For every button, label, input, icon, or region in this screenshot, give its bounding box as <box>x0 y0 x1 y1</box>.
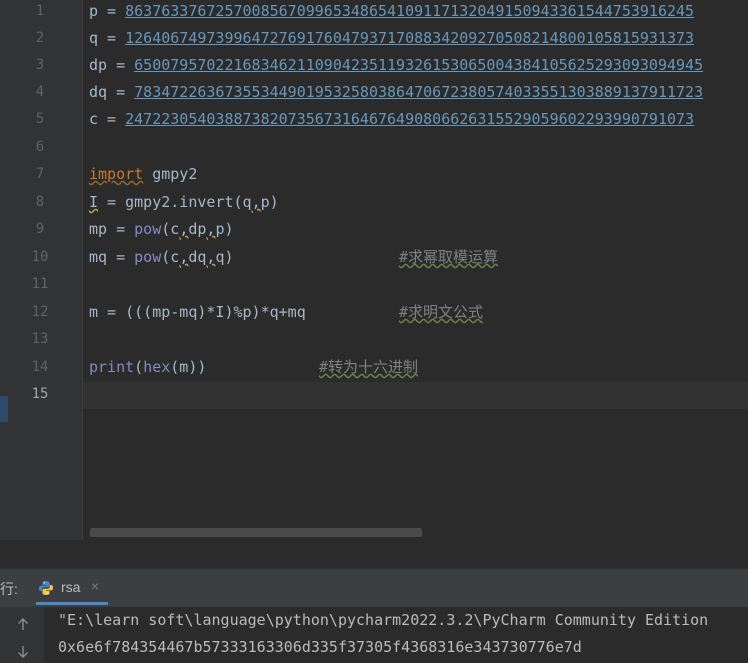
code-line-3[interactable]: dp = 65007957022168346211090423511932615… <box>89 52 703 79</box>
active-tool-marker <box>0 396 8 422</box>
line-number: 3 <box>35 57 45 73</box>
line-number: 10 <box>31 249 49 265</box>
line-number: 14 <box>31 359 49 375</box>
line-number: 11 <box>31 276 49 292</box>
run-tool-window: 行: rsa × "E:\learn soft\language\python\… <box>0 568 748 663</box>
comma: , <box>179 220 189 238</box>
variable: p <box>89 2 99 20</box>
operator: = <box>98 110 126 128</box>
code-text: (c <box>161 248 180 266</box>
builtin-function: pow <box>134 248 162 266</box>
code-line-1[interactable]: p = 863763376725700856709965348654109117… <box>89 0 694 25</box>
code-text: dp <box>188 220 207 238</box>
active-tab-indicator <box>36 602 108 605</box>
line-number-gutter: 1 2 3 4 5 6 7 8 9 10 11 12 13 14 15 <box>10 0 83 540</box>
run-tab-label: rsa <box>61 579 81 595</box>
code-line-14[interactable]: print(hex(m)) #转为十六进制 <box>89 354 418 381</box>
code-text: (m)) <box>170 358 207 376</box>
code-line-12[interactable]: m = (((mp-mq)*I)%p)*q+mq #求明文公式 <box>89 299 483 326</box>
builtin-function: pow <box>134 220 162 238</box>
variable: dq <box>89 83 108 101</box>
comma: , <box>179 248 189 266</box>
line-number: 13 <box>31 331 49 347</box>
code-text: mp = <box>89 220 135 238</box>
code-line-5[interactable]: c = 247223054038873820735673164676490806… <box>89 106 694 133</box>
code-text: ( <box>134 358 144 376</box>
variable: c <box>89 110 99 128</box>
number-literal: 2472230540388738207356731646764908066263… <box>125 110 695 128</box>
arrow-up-icon[interactable] <box>16 617 30 631</box>
line-number: 9 <box>35 221 45 237</box>
code-text: mq = <box>89 248 135 266</box>
line-number: 12 <box>31 304 49 320</box>
left-tool-strip <box>0 0 10 540</box>
run-side-toolbar <box>0 607 44 663</box>
close-icon[interactable]: × <box>91 578 99 594</box>
code-comment: #求幂取模运算 <box>399 248 499 266</box>
code-line-10[interactable]: mq = pow(c,dq,q) #求幂取模运算 <box>89 244 498 271</box>
operator: = <box>98 29 126 47</box>
code-text: q) <box>215 248 234 266</box>
code-text: p) <box>260 193 279 211</box>
operator: = <box>98 2 126 20</box>
console-output-line: 0x6e6f784354467b57333163306d335f37305f43… <box>58 638 582 656</box>
builtin-function: hex <box>143 358 171 376</box>
number-literal: 6500795702216834621109042351193261530650… <box>134 56 704 74</box>
code-line-8[interactable]: I = gmpy2.invert(q,p) <box>89 189 279 216</box>
builtin-function: print <box>89 358 135 376</box>
code-line-4[interactable]: dq = 78347226367355344901953258038647067… <box>89 79 703 106</box>
number-literal: 1264067497399647276917604793717088342092… <box>125 29 695 47</box>
code-comment: #转为十六进制 <box>319 358 419 376</box>
run-tab-rsa[interactable]: rsa × <box>30 569 110 607</box>
number-literal: 7834722636735534490195325803864706723805… <box>134 83 704 101</box>
variable: dp <box>89 56 108 74</box>
line-number: 6 <box>35 139 45 155</box>
run-window-label: 行: <box>0 581 18 597</box>
line-number: 7 <box>35 166 45 182</box>
operator: = <box>107 56 135 74</box>
code-editor[interactable]: 1 2 3 4 5 6 7 8 9 10 11 12 13 14 15 p = … <box>0 0 748 540</box>
code-comment: #求明文公式 <box>399 303 484 321</box>
code-line-2[interactable]: q = 126406749739964727691760479371708834… <box>89 25 694 52</box>
python-icon <box>39 581 53 595</box>
arrow-down-icon[interactable] <box>16 645 30 659</box>
code-text: = gmpy2.invert(q <box>98 193 252 211</box>
line-number: 8 <box>35 194 45 210</box>
horizontal-scrollbar[interactable] <box>90 528 422 537</box>
variable: I <box>89 193 99 211</box>
keyword: import <box>89 165 144 183</box>
code-line-7[interactable]: import gmpy2 <box>89 161 197 188</box>
line-number: 4 <box>35 84 45 100</box>
line-number: 2 <box>35 30 45 46</box>
line-number-current: 15 <box>31 386 49 402</box>
line-number: 1 <box>35 3 45 19</box>
variable: q <box>89 29 99 47</box>
code-text: gmpy2 <box>143 165 198 183</box>
code-text: (c <box>161 220 180 238</box>
current-line-highlight <box>83 382 748 409</box>
code-area[interactable]: p = 863763376725700856709965348654109117… <box>83 0 748 540</box>
line-number: 5 <box>35 111 45 127</box>
code-line-9[interactable]: mp = pow(c,dp,p) <box>89 216 234 243</box>
console-output-line: "E:\learn soft\language\python\pycharm20… <box>58 611 709 629</box>
operator: = <box>107 83 135 101</box>
code-text: dq <box>188 248 207 266</box>
code-text: p) <box>215 220 234 238</box>
code-text: m = (((mp-mq)*I)%p)*q+mq <box>89 303 306 321</box>
number-literal: 8637633767257008567099653486541091171320… <box>125 2 695 20</box>
comma: , <box>251 193 261 211</box>
run-tab-bar: 行: rsa × <box>0 569 748 607</box>
